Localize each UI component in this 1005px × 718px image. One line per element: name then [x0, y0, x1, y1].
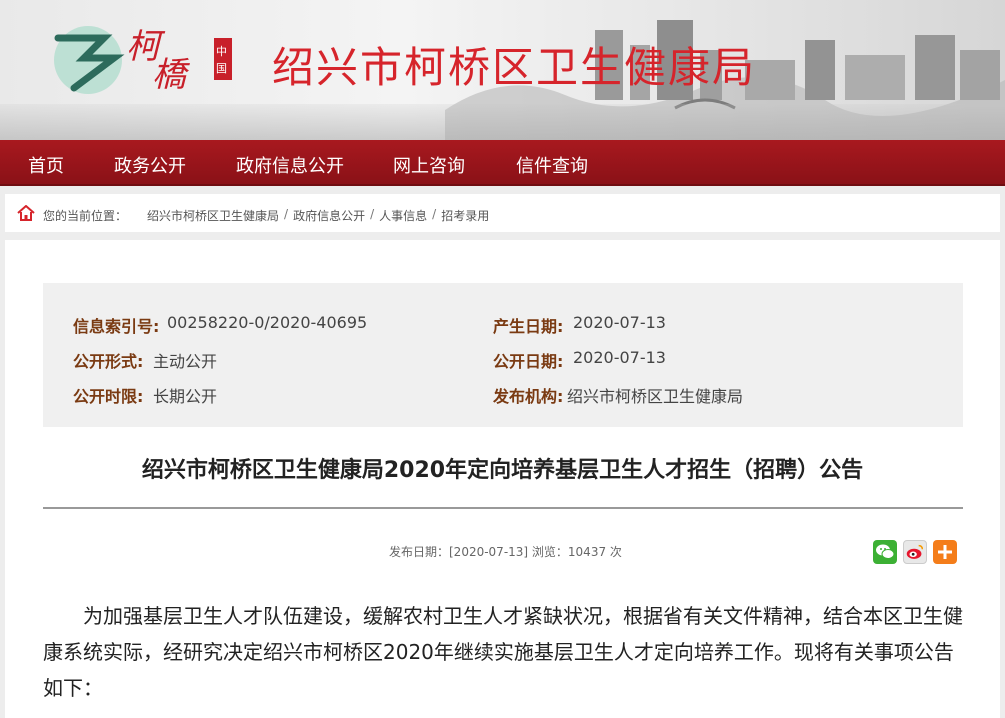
breadcrumb-link-recruitment[interactable]: 招考录用 — [441, 207, 489, 224]
wechat-icon[interactable] — [873, 540, 897, 564]
svg-text:国: 国 — [216, 62, 227, 75]
index-label: 信息索引号: — [73, 317, 160, 336]
svg-text:橋: 橋 — [152, 55, 190, 95]
nav-item-info-disclosure[interactable]: 政府信息公开 — [236, 152, 344, 178]
article-body: 为加强基层卫生人才队伍建设，缓解农村卫生人才紧缺状况，根据省有关文件精神，结合本… — [43, 604, 963, 700]
meta-info-panel: 信息索引号: 00258220-0/2020-40695 产生日期: 2020-… — [43, 283, 963, 427]
site-title: 绍兴市柯桥区卫生健康局 — [272, 43, 757, 92]
article-title: 绍兴市柯桥区卫生健康局2020年定向培养基层卫生人才招生（招聘）公告 — [141, 458, 864, 483]
breadcrumb-link-home[interactable]: 绍兴市柯桥区卫生健康局 — [147, 207, 279, 224]
period-value: 长期公开 — [153, 387, 218, 406]
breadcrumb-separator: / — [432, 207, 437, 221]
period-label: 公开时限: — [73, 387, 144, 406]
weibo-icon[interactable] — [903, 540, 927, 564]
keqiao-logo: 柯 橋 中 国 — [54, 26, 232, 95]
breadcrumb-link-info-disclosure[interactable]: 政府信息公开 — [293, 207, 365, 224]
nav-item-online-consult[interactable]: 网上咨询 — [393, 152, 465, 178]
plus-icon[interactable] — [933, 540, 957, 564]
breadcrumb-link-personnel[interactable]: 人事信息 — [379, 207, 427, 224]
form-label: 公开形式: — [73, 352, 144, 371]
created-date-value: 2020-07-13 — [573, 313, 666, 332]
open-date-label: 公开日期: — [493, 352, 564, 371]
svg-text:中: 中 — [216, 45, 227, 58]
nav-item-letter-query[interactable]: 信件查询 — [516, 152, 588, 178]
breadcrumb-separator: / — [370, 207, 375, 221]
created-date-label: 产生日期: — [493, 317, 564, 336]
title-divider — [43, 507, 963, 509]
form-value: 主动公开 — [153, 352, 218, 371]
site-banner: 柯 橋 中 国 绍兴市柯桥区卫生健康局 — [0, 0, 1005, 140]
publish-info: 发布日期：[2020-07-13] 浏览：10437 次 — [389, 545, 622, 559]
water-reflection — [0, 104, 1005, 140]
breadcrumb-separator: / — [284, 207, 289, 221]
org-label: 发布机构: — [493, 387, 564, 406]
nav-item-home[interactable]: 首页 — [28, 152, 64, 178]
org-value: 绍兴市柯桥区卫生健康局 — [567, 387, 744, 406]
main-nav: 首页 政务公开 政府信息公开 网上咨询 信件查询 — [0, 140, 1005, 186]
home-icon — [17, 205, 35, 221]
breadcrumb-prefix: 您的当前位置： — [43, 209, 128, 223]
nav-item-government-affairs[interactable]: 政务公开 — [114, 152, 186, 178]
open-date-value: 2020-07-13 — [573, 348, 666, 367]
breadcrumb: 您的当前位置： 绍兴市柯桥区卫生健康局 / 政府信息公开 / 人事信息 / 招考… — [5, 194, 1000, 232]
article-container: 信息索引号: 00258220-0/2020-40695 产生日期: 2020-… — [5, 240, 1000, 718]
index-value: 00258220-0/2020-40695 — [167, 313, 368, 332]
